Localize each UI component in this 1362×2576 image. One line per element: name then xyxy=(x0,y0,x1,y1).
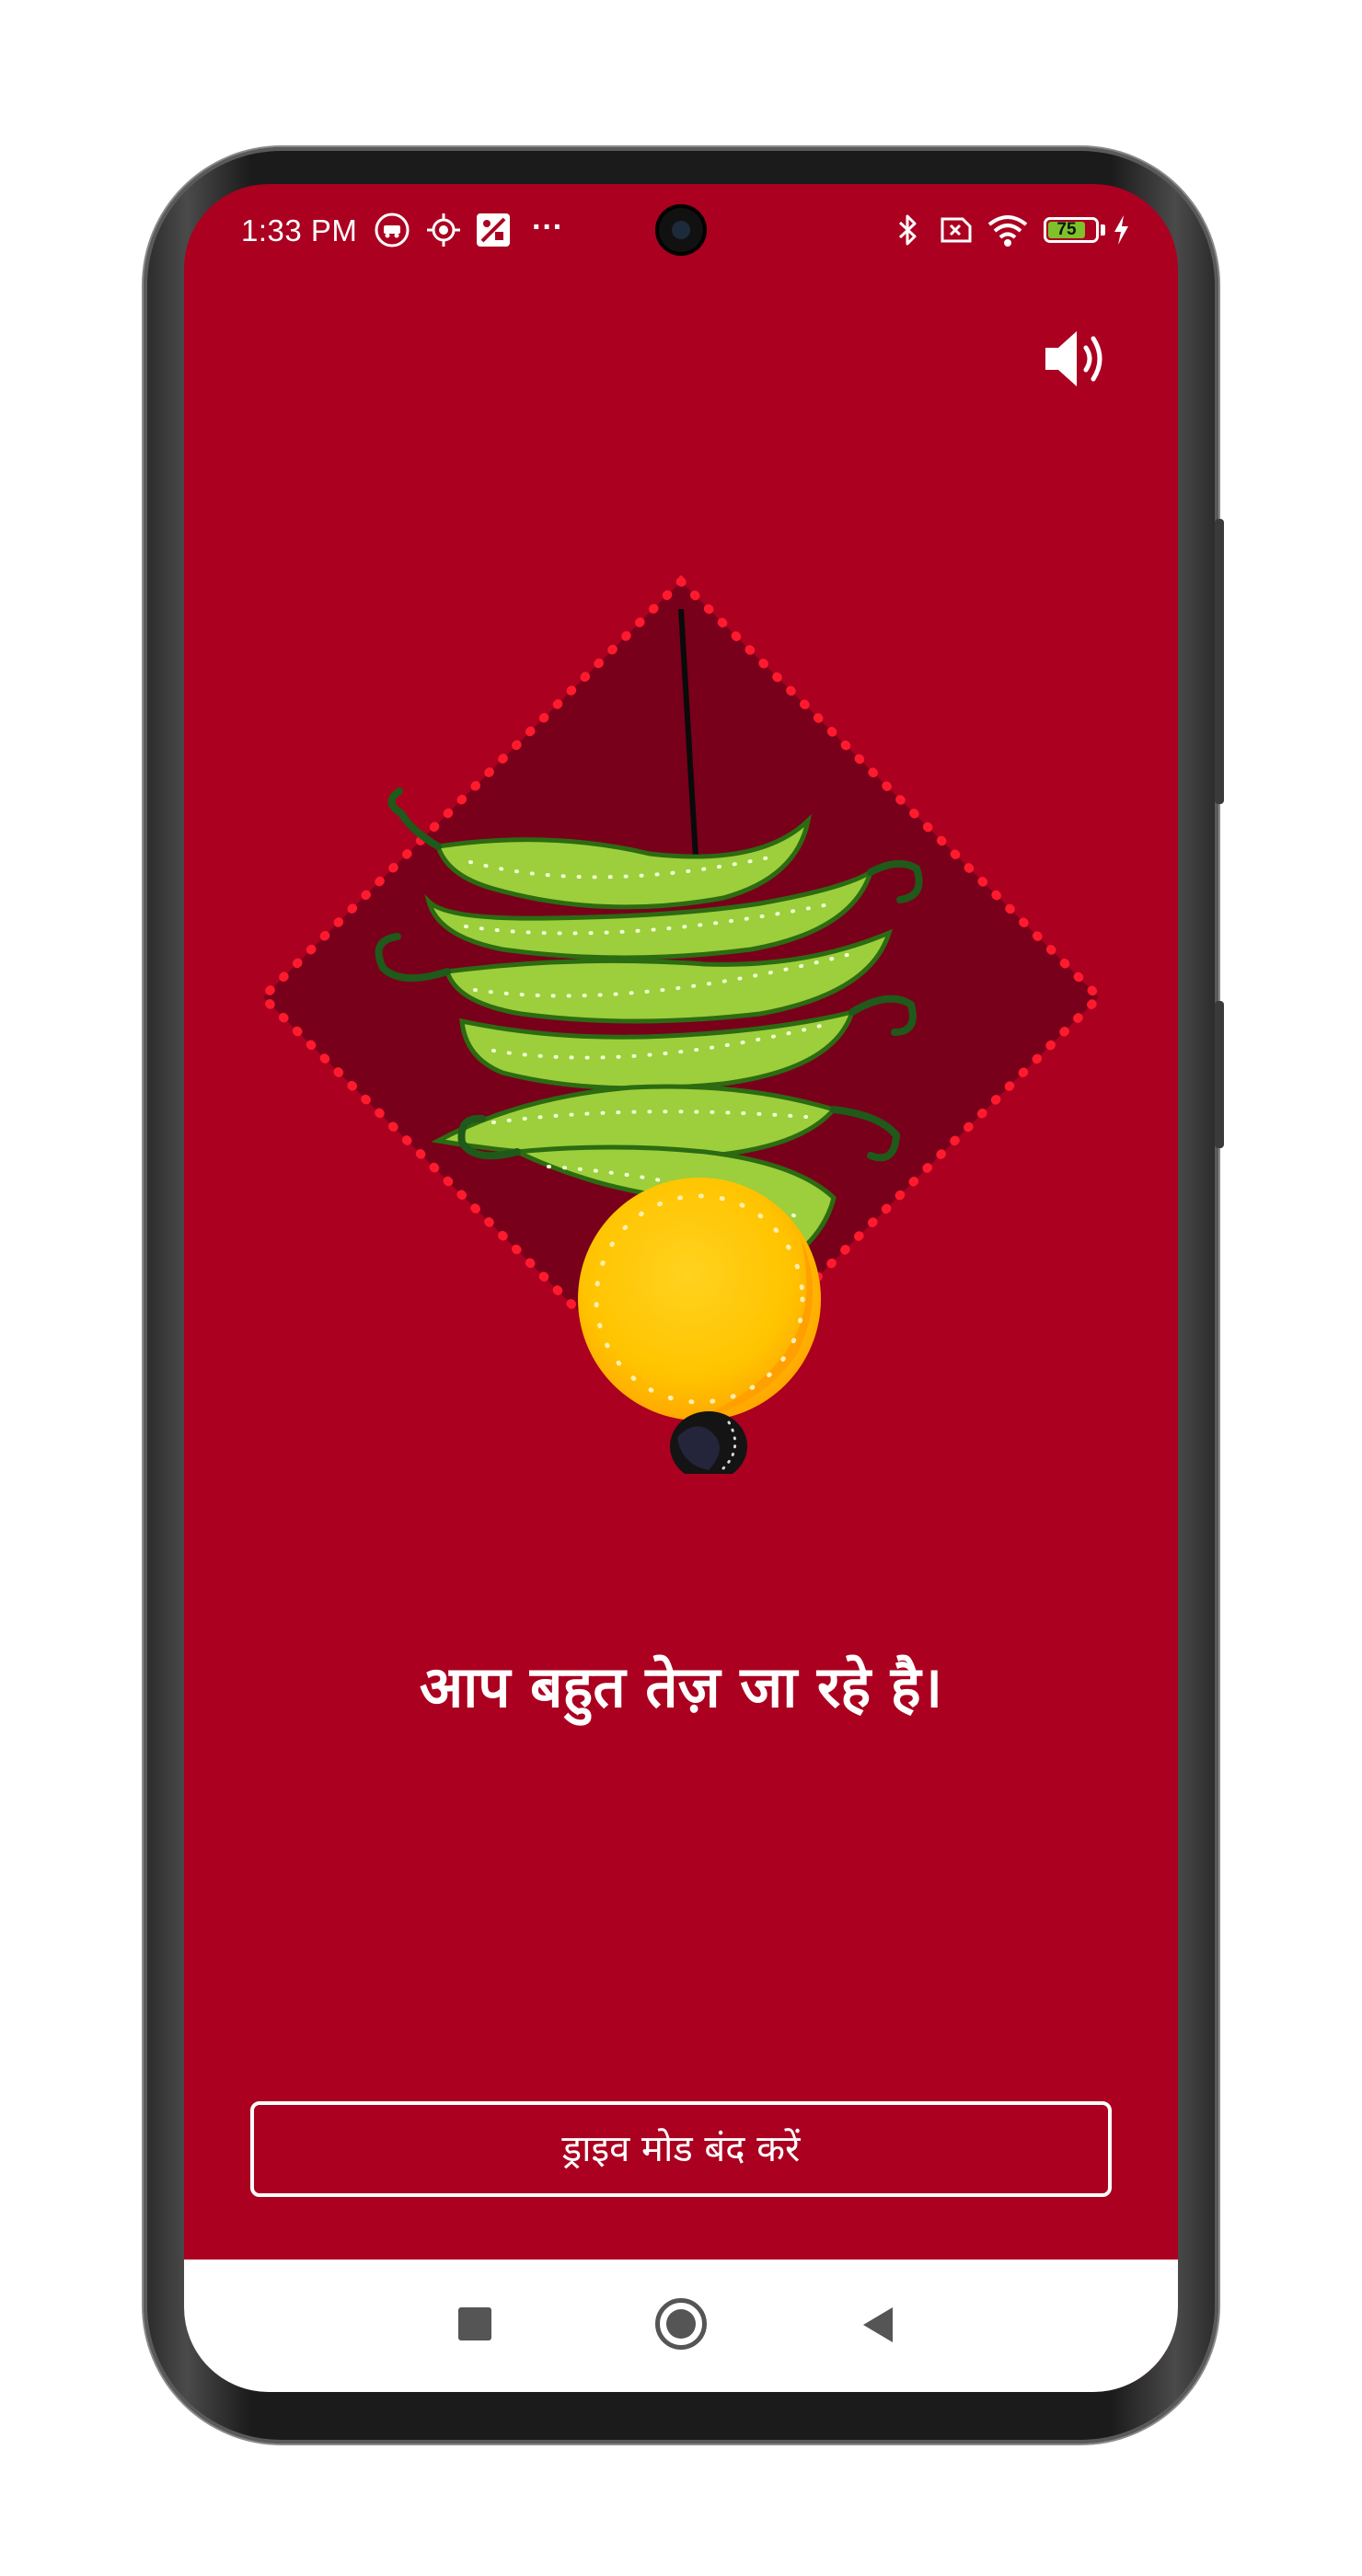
app-screen: 1:33 PM ··· 75 आप बहुत तेज़ जा रहे है। ड… xyxy=(184,184,1178,2392)
wifi-icon xyxy=(987,215,1028,247)
driving-mode-icon xyxy=(375,213,410,247)
charcoal-pendant xyxy=(670,1411,747,1474)
app-icon xyxy=(477,213,510,247)
charging-icon xyxy=(1114,215,1128,245)
sound-toggle-button[interactable] xyxy=(1038,320,1115,397)
status-bar: 1:33 PM ··· 75 xyxy=(184,184,1178,276)
navigation-bar xyxy=(184,2260,1178,2392)
location-icon xyxy=(427,213,460,247)
speaker-icon xyxy=(1045,331,1077,386)
no-sim-icon xyxy=(941,217,972,243)
lemon xyxy=(578,1178,821,1420)
battery-level: 75 xyxy=(1048,221,1085,238)
battery-nub xyxy=(1101,224,1105,236)
front-camera xyxy=(655,204,707,256)
power-button xyxy=(1215,1001,1224,1148)
volume-button xyxy=(1215,519,1224,804)
speed-warning-message: आप बहुत तेज़ जा रहे है। xyxy=(419,1653,943,1720)
bluetooth-icon xyxy=(898,214,917,246)
status-overflow: ··· xyxy=(532,210,563,245)
exit-drive-mode-button[interactable]: ड्राइव मोड बंद करें xyxy=(250,2101,1112,2197)
status-time: 1:33 PM xyxy=(241,213,358,247)
battery-icon: 75 xyxy=(1044,217,1099,243)
recents-button[interactable] xyxy=(458,2307,491,2340)
nimbu-mirchi-illustration xyxy=(256,574,1106,1474)
home-button[interactable] xyxy=(655,2298,707,2350)
back-button[interactable] xyxy=(863,2307,893,2342)
